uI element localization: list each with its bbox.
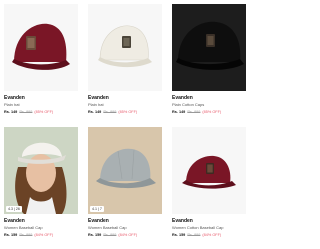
product-image[interactable]: [172, 4, 246, 91]
product-discount: (85% OFF): [118, 110, 138, 114]
product-name: Women Baseball Cap: [4, 225, 43, 230]
price-row: Rs. 159 Rs. 999 (84% OFF): [88, 233, 162, 237]
product-brand: Evanden: [4, 218, 25, 224]
product-discount: (84% OFF): [118, 233, 138, 237]
product-brand: Evanden: [172, 218, 193, 224]
product-card[interactable]: Evanden Women Cotton Baseball Cap Rs. 15…: [172, 127, 246, 237]
product-card[interactable]: Evanden Plain hat Rs. 149 Rs. 999 (85% OFF…: [88, 4, 162, 114]
product-mrp: Rs. 999: [187, 233, 201, 237]
product-mrp: Rs. 999: [19, 233, 33, 237]
rating-badge: 4.3 | 26: [6, 206, 22, 212]
product-name: Women Baseball Cap: [88, 225, 127, 230]
product-brand: Evanden: [172, 95, 193, 101]
product-image[interactable]: 4.1 | 7: [88, 127, 162, 214]
product-price: Rs. 149: [4, 110, 18, 114]
price-row: Rs. 159 Rs. 999 (84% OFF): [4, 233, 78, 237]
product-price: Rs. 149: [172, 110, 186, 114]
product-price: Rs. 149: [88, 110, 102, 114]
product-name: Women Cotton Baseball Cap: [172, 225, 224, 230]
product-image[interactable]: 4.3 | 26: [4, 127, 78, 214]
black-cap-image: [172, 4, 246, 91]
product-discount: (84% OFF): [34, 233, 54, 237]
product-price: Rs. 159: [4, 233, 18, 237]
product-brand: Evanden: [88, 95, 109, 101]
grey-cap-image: [88, 127, 162, 214]
product-card[interactable]: Evanden Plain Cotton Caps Rs. 149 Rs. 999…: [172, 4, 246, 114]
price-row: Rs. 149 Rs. 999 (85% OFF): [172, 110, 246, 114]
product-mrp: Rs. 999: [19, 110, 33, 114]
product-mrp: Rs. 999: [103, 110, 117, 114]
product-card[interactable]: 4.3 | 26 Evanden Women Baseball Cap Rs. …: [4, 127, 78, 237]
product-brand: Evanden: [88, 218, 109, 224]
product-price: Rs. 159: [88, 233, 102, 237]
product-brand: Evanden: [4, 95, 25, 101]
product-name: Plain hat: [4, 102, 20, 107]
product-discount: (85% OFF): [202, 110, 222, 114]
product-mrp: Rs. 999: [103, 233, 117, 237]
maroon-cap-image: [4, 4, 78, 91]
price-row: Rs. 149 Rs. 999 (85% OFF): [4, 110, 78, 114]
product-price: Rs. 159: [172, 233, 186, 237]
product-image[interactable]: [172, 127, 246, 214]
product-name: Plain hat: [88, 102, 104, 107]
woman-white-cap-image: [4, 127, 78, 214]
cream-cap-image: [88, 4, 162, 91]
product-card[interactable]: Evanden Plain hat Rs. 149 Rs. 999 (85% OFF…: [4, 4, 78, 114]
product-name: Plain Cotton Caps: [172, 102, 205, 107]
product-mrp: Rs. 999: [187, 110, 201, 114]
product-discount: (85% OFF): [34, 110, 54, 114]
product-image[interactable]: [4, 4, 78, 91]
product-discount: (84% OFF): [202, 233, 222, 237]
product-grid: Evanden Plain hat Rs. 149 Rs. 999 (85% OFF…: [0, 0, 250, 249]
product-card[interactable]: 4.1 | 7 Evanden Women Baseball Cap Rs. 1…: [88, 127, 162, 237]
price-row: Rs. 149 Rs. 999 (85% OFF): [88, 110, 162, 114]
price-row: Rs. 159 Rs. 999 (84% OFF): [172, 233, 246, 237]
rating-badge: 4.1 | 7: [90, 206, 104, 212]
product-image[interactable]: [88, 4, 162, 91]
maroon-cap-image: [172, 127, 246, 214]
